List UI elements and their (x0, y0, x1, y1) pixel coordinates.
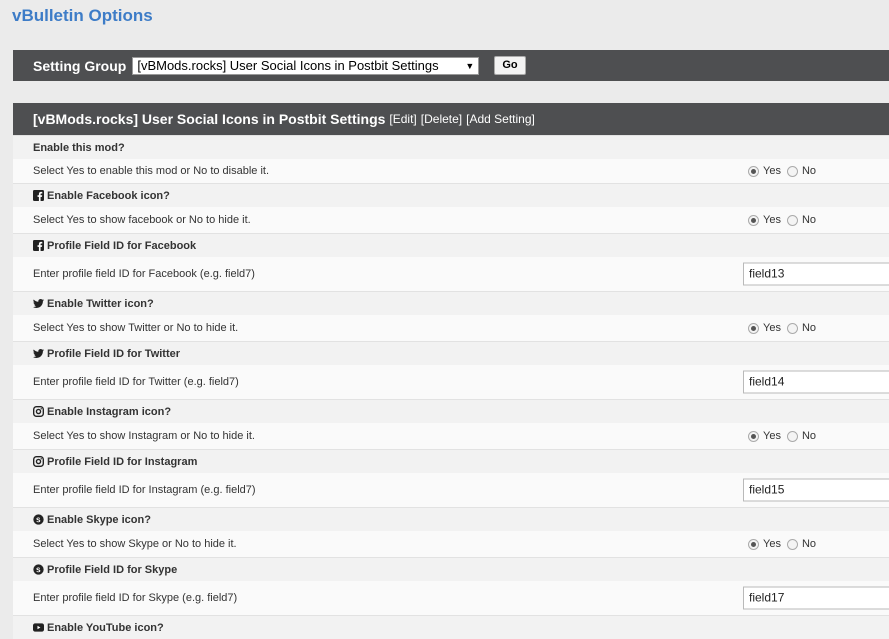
setting-row: Enter profile field ID for Facebook (e.g… (13, 257, 889, 291)
twitter-icon (33, 348, 44, 359)
setting-row: Enter profile field ID for Instagram (e.… (13, 473, 889, 507)
setting-title-text: Profile Field ID for Twitter (47, 348, 181, 360)
skype-field-id-input[interactable]: field17 (743, 586, 889, 610)
setting-title: Enable this mod? (13, 135, 889, 159)
setting-description: Select Yes to show Instagram or No to hi… (33, 430, 255, 442)
setting-title-text: Enable Instagram icon? (47, 406, 172, 418)
no-radio-label[interactable]: No (802, 322, 816, 334)
facebook-icon (33, 190, 44, 201)
yes-no-radio-group: Yes No (748, 430, 816, 442)
yes-radio-label[interactable]: Yes (763, 214, 781, 226)
instagram-field-id-input[interactable]: field15 (743, 478, 889, 502)
instagram-icon (33, 456, 44, 467)
go-button[interactable]: Go (494, 56, 526, 75)
yes-radio[interactable] (748, 214, 759, 226)
page-title: vBulletin Options (12, 6, 153, 25)
setting-title-text: Profile Field ID for Instagram (47, 456, 198, 468)
yes-radio[interactable] (748, 430, 759, 442)
yes-radio[interactable] (748, 165, 759, 177)
setting-title: Profile Field ID for Instagram (13, 449, 889, 473)
no-radio-label[interactable]: No (802, 165, 816, 177)
setting-description: Enter profile field ID for Facebook (e.g… (33, 268, 255, 280)
setting-description: Enter profile field ID for Instagram (e.… (33, 484, 256, 496)
setting-description: Enter profile field ID for Twitter (e.g.… (33, 376, 239, 388)
yes-radio-label[interactable]: Yes (763, 538, 781, 550)
setting-title: Enable Twitter icon? (13, 291, 889, 315)
setting-row: Enter profile field ID for Skype (e.g. f… (13, 581, 889, 615)
setting-title-text: Enable Skype icon? (47, 514, 151, 526)
setting-title-text: Enable Twitter icon? (47, 298, 154, 310)
setting-title: Enable Instagram icon? (13, 399, 889, 423)
yes-no-radio-group: Yes No (748, 322, 816, 334)
setting-title-text: Enable Facebook icon? (47, 190, 170, 202)
setting-group-selected-value: [vBMods.rocks] User Social Icons in Post… (137, 57, 439, 73)
setting-row: Select Yes to enable this mod or No to d… (13, 159, 889, 183)
facebook-field-id-input[interactable]: field13 (743, 262, 889, 286)
setting-title-text: Profile Field ID for Skype (47, 564, 178, 576)
setting-title: Enable Facebook icon? (13, 183, 889, 207)
yes-radio[interactable] (748, 538, 759, 550)
settings-group-title: [vBMods.rocks] User Social Icons in Post… (33, 111, 386, 127)
yes-radio[interactable] (748, 322, 759, 334)
yes-no-radio-group: Yes No (748, 214, 816, 226)
setting-group-bar: Setting Group [vBMods.rocks] User Social… (13, 50, 889, 81)
add-setting-link[interactable]: [Add Setting] (466, 112, 535, 126)
edit-link[interactable]: [Edit] (389, 112, 416, 126)
no-radio[interactable] (786, 430, 798, 442)
yes-radio-label[interactable]: Yes (763, 430, 781, 442)
setting-title-text: Profile Field ID for Facebook (47, 240, 197, 252)
setting-row: Select Yes to show Skype or No to hide i… (13, 531, 889, 557)
twitter-icon (33, 298, 44, 309)
setting-row: Select Yes to show facebook or No to hid… (13, 207, 889, 233)
skype-icon (33, 514, 44, 525)
setting-row: Enter profile field ID for Twitter (e.g.… (13, 365, 889, 399)
setting-title-text: Enable YouTube icon? (47, 622, 164, 634)
setting-description: Select Yes to enable this mod or No to d… (33, 165, 270, 177)
setting-group-select[interactable]: [vBMods.rocks] User Social Icons in Post… (132, 56, 480, 75)
instagram-icon (33, 406, 44, 417)
yes-no-radio-group: Yes No (748, 165, 816, 177)
skype-icon (33, 564, 44, 575)
delete-link[interactable]: [Delete] (421, 112, 462, 126)
setting-title: Enable Skype icon? (13, 507, 889, 531)
twitter-field-id-input[interactable]: field14 (743, 370, 889, 394)
setting-row: Select Yes to show Twitter or No to hide… (13, 315, 889, 341)
no-radio-label[interactable]: No (802, 538, 816, 550)
yes-radio-label[interactable]: Yes (763, 322, 781, 334)
youtube-icon (33, 622, 44, 633)
no-radio[interactable] (786, 214, 798, 226)
yes-no-radio-group: Yes No (748, 538, 816, 550)
dropdown-arrow-icon: ▼ (465, 60, 475, 71)
setting-title: Profile Field ID for Twitter (13, 341, 889, 365)
setting-title: Profile Field ID for Skype (13, 557, 889, 581)
setting-title-text: Enable this mod? (33, 142, 125, 154)
yes-radio-label[interactable]: Yes (763, 165, 781, 177)
setting-description: Select Yes to show facebook or No to hid… (33, 214, 251, 226)
setting-group-label: Setting Group (33, 57, 127, 74)
setting-description: Enter profile field ID for Skype (e.g. f… (33, 592, 238, 604)
setting-title: Profile Field ID for Facebook (13, 233, 889, 257)
no-radio-label[interactable]: No (802, 214, 816, 226)
no-radio[interactable] (786, 538, 798, 550)
settings-list: Enable this mod? Select Yes to enable th… (13, 135, 889, 639)
no-radio-label[interactable]: No (802, 430, 816, 442)
setting-description: Select Yes to show Skype or No to hide i… (33, 538, 237, 550)
no-radio[interactable] (786, 322, 798, 334)
facebook-icon (33, 240, 44, 251)
setting-description: Select Yes to show Twitter or No to hide… (33, 322, 239, 334)
no-radio[interactable] (786, 165, 798, 177)
setting-row: Select Yes to show Instagram or No to hi… (13, 423, 889, 449)
setting-title: Enable YouTube icon? (13, 615, 889, 639)
settings-header: [vBMods.rocks] User Social Icons in Post… (13, 103, 889, 135)
